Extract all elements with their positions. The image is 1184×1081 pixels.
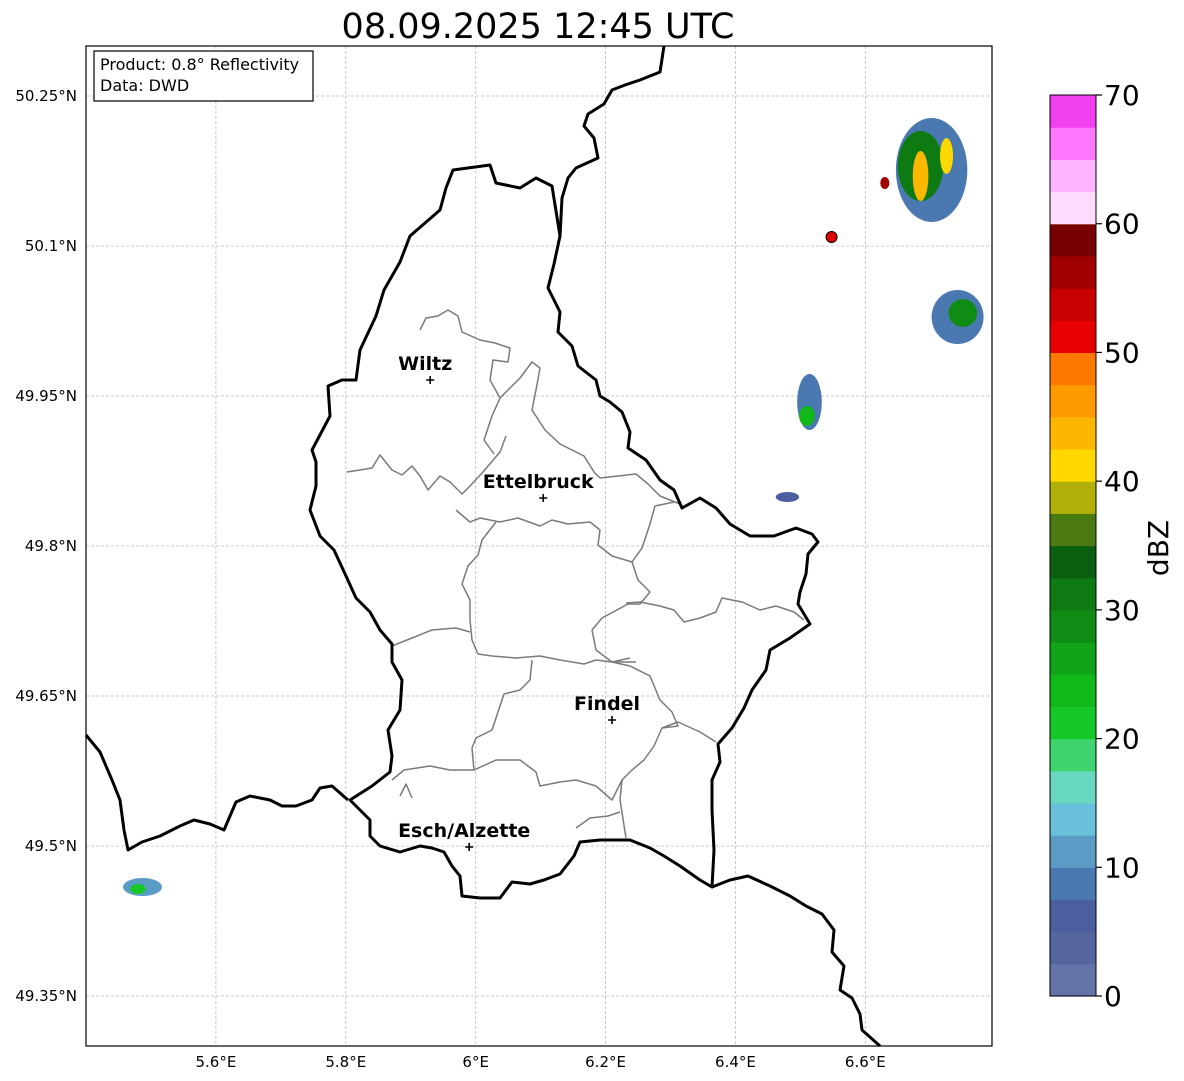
colorbar-band <box>1050 513 1096 547</box>
colorbar-band <box>1050 609 1096 643</box>
longitude-tick-label: 5.8°E <box>325 1053 366 1071</box>
echo-cell <box>948 299 978 327</box>
colorbar-band <box>1050 706 1096 740</box>
colorbar-tick-label: 20 <box>1104 723 1140 756</box>
echo-cell <box>130 884 146 894</box>
colorbar-band <box>1050 770 1096 804</box>
colorbar-band <box>1050 191 1096 225</box>
latitude-tick-label: 49.95°N <box>15 387 77 405</box>
colorbar-tick-label: 60 <box>1104 208 1140 241</box>
colorbar-band <box>1050 352 1096 386</box>
longitude-tick-labels: 5.6°E 5.8°E 6°E 6.2°E 6.4°E 6.6°E <box>195 1053 885 1071</box>
latitude-tick-label: 49.35°N <box>15 987 77 1005</box>
latitude-tick-labels: 50.25°N 50.1°N 49.95°N 49.8°N 49.65°N 49.5°N 4… <box>15 87 77 1005</box>
colorbar-band <box>1050 159 1096 193</box>
longitude-tick-label: 5.6°E <box>195 1053 236 1071</box>
colorbar-band <box>1050 384 1096 418</box>
colorbar-band <box>1050 867 1096 901</box>
colorbar-band <box>1050 577 1096 611</box>
city-label: Findel <box>574 693 640 715</box>
colorbar-band <box>1050 448 1096 482</box>
echo-cell <box>880 177 890 189</box>
colorbar-band <box>1050 416 1096 450</box>
colorbar-band <box>1050 223 1096 257</box>
latitude-tick-label: 49.5°N <box>25 837 77 855</box>
colorbar-band <box>1050 288 1096 321</box>
colorbar-tick-label: 10 <box>1104 851 1140 884</box>
colorbar-band <box>1050 255 1096 289</box>
colorbar-band <box>1050 963 1096 997</box>
echo-area <box>775 492 800 502</box>
colorbar-band <box>1050 802 1096 836</box>
city-label: Esch/Alzette <box>398 820 530 842</box>
city-label: Ettelbruck <box>483 471 594 493</box>
latitude-tick-label: 50.1°N <box>25 237 77 255</box>
colorbar-band <box>1050 674 1096 707</box>
echo-cell <box>799 406 815 426</box>
colorbar-band <box>1050 127 1096 160</box>
colorbar-bands <box>1050 95 1096 997</box>
latitude-tick-label: 49.65°N <box>15 687 77 705</box>
longitude-tick-label: 6.2°E <box>585 1053 626 1071</box>
colorbar-tick-label: 70 <box>1104 79 1140 112</box>
colorbar-band <box>1050 481 1096 514</box>
colorbar-band <box>1050 738 1096 772</box>
colorbar-band <box>1050 931 1096 965</box>
colorbar-tick-label: 50 <box>1104 336 1140 369</box>
longitude-tick-label: 6°E <box>462 1053 489 1071</box>
map-title: 08.09.2025 12:45 UTC <box>342 7 735 47</box>
colorbar-band <box>1050 835 1096 868</box>
echo-cell <box>912 151 929 201</box>
radar-figure: 08.09.2025 12:45 UTC WiltzEttelbruckFind… <box>15 7 1175 1071</box>
colorbar-tick-label: 40 <box>1104 465 1140 498</box>
city-label: Wiltz <box>398 353 452 375</box>
latitude-tick-label: 49.8°N <box>25 537 77 555</box>
colorbar-band <box>1050 899 1096 933</box>
colorbar-ticks: 0 10 20 30 40 50 60 70 <box>1096 79 1140 1013</box>
colorbar-band <box>1050 545 1096 579</box>
map-panel: Wiltz Ettelbruck Findel Esch/Alzette Produc… <box>84 45 993 1048</box>
echo-cell <box>940 138 954 174</box>
colorbar-band <box>1050 320 1096 354</box>
colorbar: 0 10 20 30 40 50 60 70 dBZ <box>1049 79 1175 1013</box>
info-box: Product: 0.8° Reflectivity Data: DWD <box>93 50 314 102</box>
colorbar-band <box>1050 642 1096 675</box>
data-source-label: Data: DWD <box>100 76 189 95</box>
product-label: Product: 0.8° Reflectivity <box>100 55 299 74</box>
colorbar-tick-label: 0 <box>1104 980 1122 1013</box>
longitude-tick-label: 6.6°E <box>845 1053 886 1071</box>
colorbar-tick-label: 30 <box>1104 594 1140 627</box>
colorbar-band <box>1050 95 1096 128</box>
latitude-tick-label: 50.25°N <box>15 87 77 105</box>
longitude-tick-label: 6.4°E <box>715 1053 756 1071</box>
radar-site-marker <box>825 231 838 243</box>
colorbar-label: dBZ <box>1142 520 1175 576</box>
